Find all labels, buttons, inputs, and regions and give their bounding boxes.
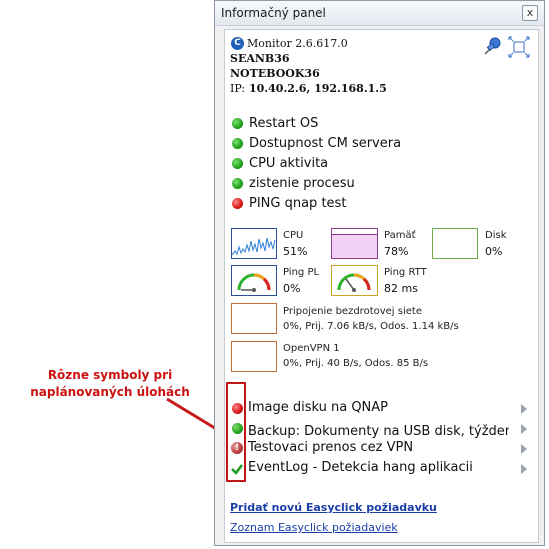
request-list-link[interactable]: Zoznam Easyclick požiadaviek [230,521,398,534]
pin-icon[interactable] [483,36,503,56]
memory-value: 78% [384,245,409,258]
task-label: EventLog - Detekcia hang aplikacii [248,460,473,475]
ping-pl-gauge[interactable] [231,265,277,296]
vpn-graph[interactable] [231,341,277,372]
task-item[interactable]: ! Testovaci prenos cez VPN [225,440,538,458]
memory-fill [332,234,377,258]
expand-icon[interactable] [508,36,530,58]
task-item[interactable]: Backup: Dokumenty na USB disk, týždenne [225,420,538,439]
cpu-sparkline [231,237,276,256]
ping-rtt-label: Ping RTT [384,267,427,278]
task-check-icon [231,464,243,475]
ping-rtt-gauge[interactable] [331,265,378,296]
status-green-icon [232,178,243,189]
task-item[interactable]: EventLog - Detekcia hang aplikacii [225,460,538,478]
status-green-icon [232,138,243,149]
close-button[interactable]: x [522,5,538,21]
task-red-icon [232,403,243,414]
panel-content: C Monitor 2.6.617.0 SEANB36 NOTEBOOK36 I… [224,29,539,543]
gauge-icon [337,273,371,292]
chevron-right-icon[interactable] [521,424,527,434]
wifi-value: 0%, Prij. 7.06 kB/s, Odos. 1.14 kB/s [283,321,459,332]
task-label: Image disku na QNAP [248,400,389,415]
task-label: Backup: Dokumenty na USB disk, týždenne [248,424,509,439]
vpn-value: 0%, Prij. 40 B/s, Odos. 85 B/s [283,358,429,369]
status-label: Restart OS [249,116,319,131]
status-label: CPU aktivita [249,156,329,171]
memory-label: Pamäť [384,230,416,241]
ping-pl-value: 0% [283,282,301,295]
chevron-right-icon[interactable] [521,444,527,454]
info-panel-window: Informačný panel x C Monitor 2.6.617.0 S… [214,0,545,546]
task-green-icon [232,423,243,434]
ip-label: IP: [230,82,246,95]
task-label: Testovaci prenos cez VPN [248,440,414,455]
chevron-right-icon[interactable] [521,404,527,414]
window-title: Informačný panel [221,6,326,20]
wifi-graph[interactable] [231,303,277,334]
app-version: Monitor 2.6.617.0 [247,37,348,50]
cpu-label: CPU [283,230,304,241]
add-request-link[interactable]: Pridať novú Easyclick požiadavku [230,501,437,514]
ip-value: 10.40.2.6, 192.168.1.5 [249,82,387,95]
disk-value: 0% [485,245,503,258]
monitor-logo-icon: C [231,37,244,50]
gauge-icon [237,273,271,292]
host-name: NOTEBOOK36 [230,67,320,80]
ping-pl-label: Ping PL [283,267,320,278]
cpu-value: 51% [283,245,308,258]
user-name: SEANB36 [230,52,290,65]
memory-graph[interactable] [331,228,378,259]
cpu-graph[interactable] [231,228,277,259]
title-bar: Informačný panel x [215,1,544,26]
wifi-label: Pripojenie bezdrotovej siete [283,306,422,317]
status-green-icon [232,158,243,169]
status-label: Dostupnost CM servera [249,136,402,151]
vpn-label: OpenVPN 1 [283,343,340,354]
status-label: zistenie procesu [249,176,355,191]
status-label: PING qnap test [249,196,347,211]
status-green-icon [232,118,243,129]
task-item[interactable]: Image disku na QNAP [225,400,538,418]
task-warning-icon: ! [231,442,243,454]
status-red-icon [232,198,243,209]
disk-label: Disk [485,230,507,241]
ping-rtt-value: 82 ms [384,282,418,295]
disk-graph[interactable] [432,228,478,259]
chevron-right-icon[interactable] [521,464,527,474]
